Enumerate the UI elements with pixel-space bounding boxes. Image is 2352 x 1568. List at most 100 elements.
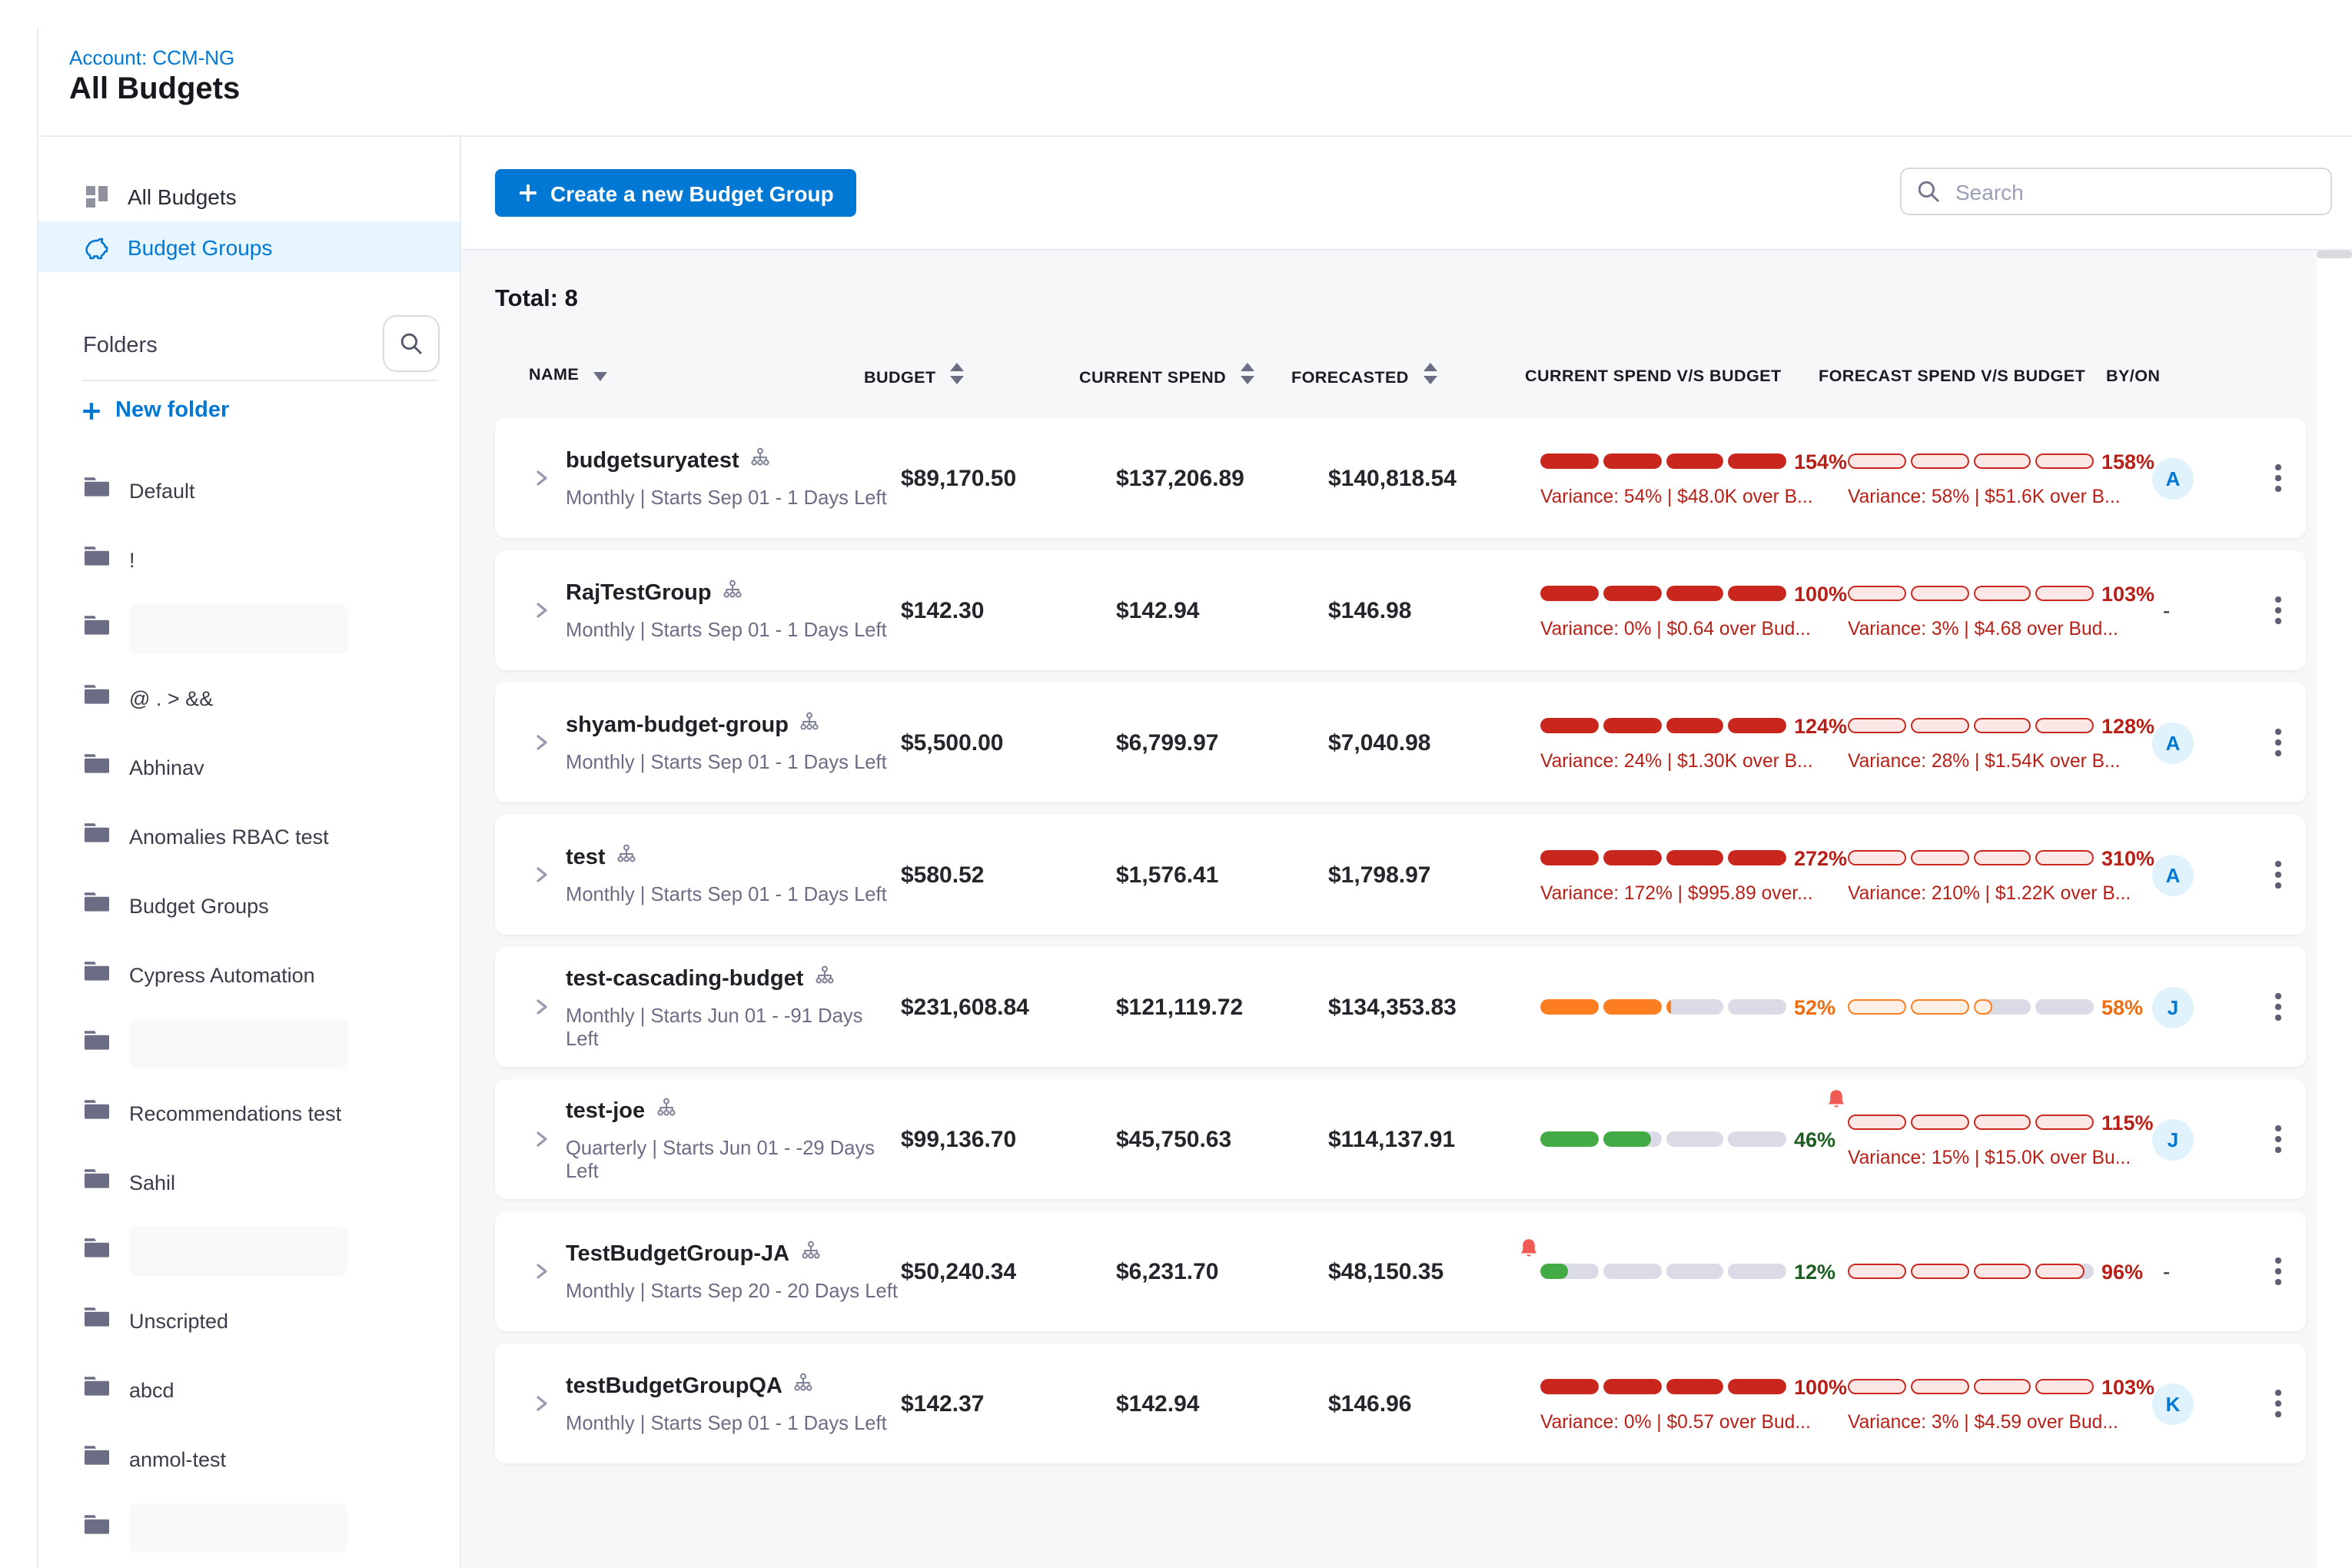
budget-group-name[interactable]: budgetsuryatest: [566, 449, 739, 473]
sort-icon[interactable]: [1241, 363, 1254, 389]
budget-amount: $580.52: [901, 862, 1116, 888]
sort-icon[interactable]: [1423, 363, 1437, 389]
current-vs-budget-percent: 124%: [1794, 714, 1847, 737]
row-menu-button[interactable]: [2266, 852, 2290, 898]
column-header-forecasted[interactable]: FORECASTED: [1291, 363, 1503, 389]
folder-icon: [83, 1167, 111, 1198]
expand-chevron-icon[interactable]: [532, 1262, 566, 1281]
expand-chevron-icon[interactable]: [532, 865, 566, 884]
search-input[interactable]: [1952, 178, 2315, 205]
expand-chevron-icon[interactable]: [532, 1130, 566, 1148]
table-row[interactable]: budgetsuryatest Monthly | Starts Sep 01 …: [495, 418, 2306, 538]
folder-search-button[interactable]: [383, 315, 440, 372]
row-menu-button[interactable]: [2266, 984, 2290, 1030]
sort-icon[interactable]: [950, 363, 964, 389]
row-menu-button[interactable]: [2266, 455, 2290, 501]
budget-group-name[interactable]: test-joe: [566, 1098, 645, 1123]
scrollbar-thumb[interactable]: [2317, 251, 2352, 258]
column-header-name[interactable]: NAME: [529, 366, 864, 386]
forecast-vs-budget-bar: [1848, 1115, 2094, 1130]
table-row[interactable]: test-joe Quarterly | Starts Jun 01 - -29…: [495, 1079, 2306, 1199]
table-row[interactable]: testBudgetGroupQA Monthly | Starts Sep 0…: [495, 1344, 2306, 1463]
folder-item[interactable]: Anomalies RBAC test: [38, 813, 460, 859]
budget-group-name[interactable]: TestBudgetGroup-JA: [566, 1242, 789, 1267]
current-variance-text: Variance: 0% | $0.57 over Bud...: [1540, 1410, 1848, 1432]
hierarchy-icon: [799, 712, 819, 739]
folder-item[interactable]: Abhinav: [38, 744, 460, 790]
row-menu-button[interactable]: [2266, 587, 2290, 633]
row-menu-button[interactable]: [2266, 1248, 2290, 1294]
sidebar-item-label: All Budgets: [128, 184, 237, 208]
folder-item[interactable]: [38, 1505, 460, 1551]
folder-item[interactable]: Default: [38, 467, 460, 513]
budget-group-name[interactable]: RajTestGroup: [566, 581, 712, 606]
budget-schedule: Monthly | Starts Jun 01 - -91 Days Left: [566, 1003, 901, 1049]
row-menu-button[interactable]: [2266, 1380, 2290, 1427]
budget-amount: $89,170.50: [901, 465, 1116, 491]
table-row[interactable]: TestBudgetGroup-JA Monthly | Starts Sep …: [495, 1211, 2306, 1331]
expand-chevron-icon[interactable]: [532, 733, 566, 752]
account-breadcrumb[interactable]: Account: CCM-NG: [69, 46, 234, 69]
table-header-row: NAME BUDGET CURRENT SPEND FORECASTED CUR…: [495, 363, 2214, 389]
expand-chevron-icon[interactable]: [532, 469, 566, 487]
budget-schedule: Monthly | Starts Sep 01 - 1 Days Left: [566, 486, 901, 509]
table-row[interactable]: RajTestGroup Monthly | Starts Sep 01 - 1…: [495, 550, 2306, 670]
folder-item[interactable]: [38, 1228, 460, 1274]
sidebar-item-budget-groups[interactable]: Budget Groups: [38, 221, 460, 272]
forecast-variance-text: Variance: 3% | $4.59 over Bud...: [1848, 1410, 2143, 1432]
folder-item[interactable]: !: [38, 537, 460, 583]
folder-item[interactable]: [38, 1021, 460, 1067]
expand-chevron-icon[interactable]: [532, 998, 566, 1016]
folder-icon: [83, 752, 111, 782]
folder-item[interactable]: Budget Groups: [38, 882, 460, 929]
hierarchy-icon: [793, 1373, 813, 1400]
folder-item[interactable]: @ . > &&: [38, 675, 460, 721]
folder-icon: [83, 1098, 111, 1128]
forecast-vs-budget-percent: 96%: [2101, 1260, 2143, 1283]
owner-avatar[interactable]: A: [2152, 457, 2194, 499]
budget-group-name[interactable]: testBudgetGroupQA: [566, 1374, 782, 1399]
folder-name: [129, 1227, 347, 1276]
sidebar-item-all-budgets[interactable]: All Budgets: [38, 171, 460, 221]
menu-cell: [2251, 1380, 2306, 1427]
folder-item[interactable]: Sahil: [38, 1159, 460, 1205]
row-menu-button[interactable]: [2266, 1116, 2290, 1162]
owner-avatar[interactable]: A: [2152, 722, 2194, 763]
folder-item[interactable]: Recommendations test: [38, 1090, 460, 1136]
total-count: Total: 8: [495, 286, 578, 314]
by-on-cell: -: [2143, 598, 2251, 623]
owner-avatar[interactable]: A: [2152, 854, 2194, 895]
folder-item[interactable]: [38, 606, 460, 652]
folder-item[interactable]: Cypress Automation: [38, 952, 460, 998]
table-row[interactable]: shyam-budget-group Monthly | Starts Sep …: [495, 683, 2306, 802]
folder-name: Sahil: [129, 1171, 175, 1194]
forecasted-amount: $134,353.83: [1328, 994, 1540, 1020]
forecast-variance-text: Variance: 15% | $15.0K over Bu...: [1848, 1146, 2143, 1168]
folder-icon: [83, 475, 111, 506]
forecasted-amount: $140,818.54: [1328, 465, 1540, 491]
budget-group-name[interactable]: test-cascading-budget: [566, 966, 803, 991]
current-vs-budget-percent: 272%: [1794, 846, 1847, 869]
table-row[interactable]: test Monthly | Starts Sep 01 - 1 Days Le…: [495, 815, 2306, 935]
forecast-vs-budget-cell: 58%: [1848, 995, 2143, 1018]
budget-group-name[interactable]: test: [566, 845, 606, 870]
name-cell: shyam-budget-group Monthly | Starts Sep …: [566, 712, 901, 773]
row-menu-button[interactable]: [2266, 719, 2290, 766]
create-budget-group-button[interactable]: Create a new Budget Group: [495, 169, 857, 217]
budget-amount: $231,608.84: [901, 994, 1116, 1020]
folder-item[interactable]: anmol-test: [38, 1436, 460, 1482]
sidebar-item-label: Budget Groups: [128, 234, 272, 259]
owner-avatar[interactable]: J: [2152, 986, 2194, 1028]
expand-chevron-icon[interactable]: [532, 601, 566, 620]
new-folder-button[interactable]: New folder: [81, 398, 229, 423]
owner-avatar[interactable]: K: [2152, 1383, 2194, 1424]
column-header-budget[interactable]: BUDGET: [864, 363, 1079, 389]
folder-item[interactable]: abcd: [38, 1367, 460, 1413]
table-row[interactable]: test-cascading-budget Monthly | Starts J…: [495, 947, 2306, 1067]
owner-avatar[interactable]: J: [2152, 1118, 2194, 1160]
column-header-current-spend[interactable]: CURRENT SPEND: [1079, 363, 1291, 389]
sort-desc-icon[interactable]: [593, 367, 607, 386]
budget-group-name[interactable]: shyam-budget-group: [566, 713, 789, 738]
folder-item[interactable]: Unscripted: [38, 1297, 460, 1344]
expand-chevron-icon[interactable]: [532, 1394, 566, 1413]
